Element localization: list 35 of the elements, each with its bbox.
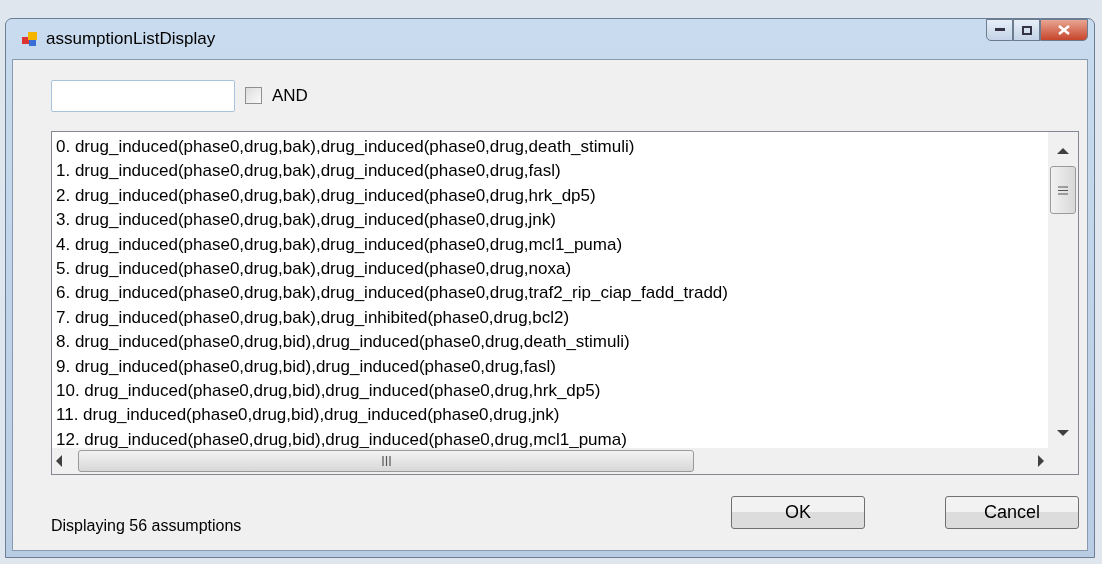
scroll-down-icon[interactable] (1057, 430, 1069, 436)
list-item[interactable]: 10. drug_induced(phase0,drug,bid),drug_induced(phase0,drug,hrk_dp5) (56, 378, 1048, 404)
maximize-icon (1021, 25, 1032, 35)
cancel-button[interactable]: Cancel (945, 496, 1079, 529)
list-item[interactable]: 8. drug_induced(phase0,drug,bid),drug_induced(phase0,drug,death_stimuli) (56, 330, 1048, 355)
scroll-thumb[interactable] (78, 450, 694, 472)
list-item[interactable]: 1. drug_induced(phase0,drug,bak),drug_induced(phase0,drug,fasl) (56, 159, 1048, 184)
list-item[interactable]: 2. drug_induced(phase0,drug,bak),drug_induced(phase0,drug,hrk_dp5) (56, 183, 1048, 209)
filter-field[interactable] (51, 79, 235, 112)
list-item[interactable]: 3. drug_induced(phase0,drug,bak),drug_induced(phase0,drug,jnk) (56, 208, 1048, 233)
minimize-button[interactable] (986, 19, 1013, 41)
horizontal-scrollbar[interactable] (52, 448, 1048, 474)
close-icon (1058, 25, 1070, 35)
and-checkbox[interactable] (245, 87, 262, 104)
list-item[interactable]: 6. drug_induced(phase0,drug,bak),drug_induced(phase0,drug,traf2_rip_ciap_fadd_tradd) (56, 281, 1048, 306)
scroll-thumb[interactable] (1050, 166, 1076, 214)
scroll-right-icon[interactable] (1038, 455, 1044, 467)
list-item[interactable]: 4. drug_induced(phase0,drug,bak),drug_induced(phase0,drug,mcl1_puma) (56, 232, 1048, 257)
scroll-up-icon[interactable] (1057, 148, 1069, 154)
list-item[interactable]: 7. drug_induced(phase0,drug,bak),drug_inhibited(phase0,drug,bcl2) (56, 305, 1048, 331)
scroll-left-icon[interactable] (56, 455, 62, 467)
maximize-button[interactable] (1013, 19, 1040, 41)
window-title: assumptionListDisplay (46, 29, 217, 49)
status-text: Displaying 56 assumptions (51, 516, 243, 535)
vertical-scrollbar[interactable] (1048, 132, 1078, 448)
list-item[interactable]: 12. drug_induced(phase0,drug,bid),drug_induced(phase0,drug,mcl1_puma) (56, 427, 1048, 448)
close-button[interactable] (1040, 19, 1088, 41)
list-item[interactable]: 11. drug_induced(phase0,drug,bid),drug_induced(phase0,drug,jnk) (56, 403, 1048, 428)
and-label: AND (272, 85, 308, 106)
list-item[interactable]: 0. drug_induced(phase0,drug,bak),drug_induced(phase0,drug,death_stimuli) (56, 135, 1048, 160)
list-item[interactable]: 9. drug_induced(phase0,drug,bid),drug_induced(phase0,drug,fasl) (56, 354, 1048, 379)
list-item[interactable]: 5. drug_induced(phase0,drug,bak),drug_induced(phase0,drug,noxa) (56, 256, 1048, 282)
minimize-icon (994, 28, 1005, 32)
app-icon (22, 31, 38, 47)
ok-button[interactable]: OK (731, 496, 865, 529)
